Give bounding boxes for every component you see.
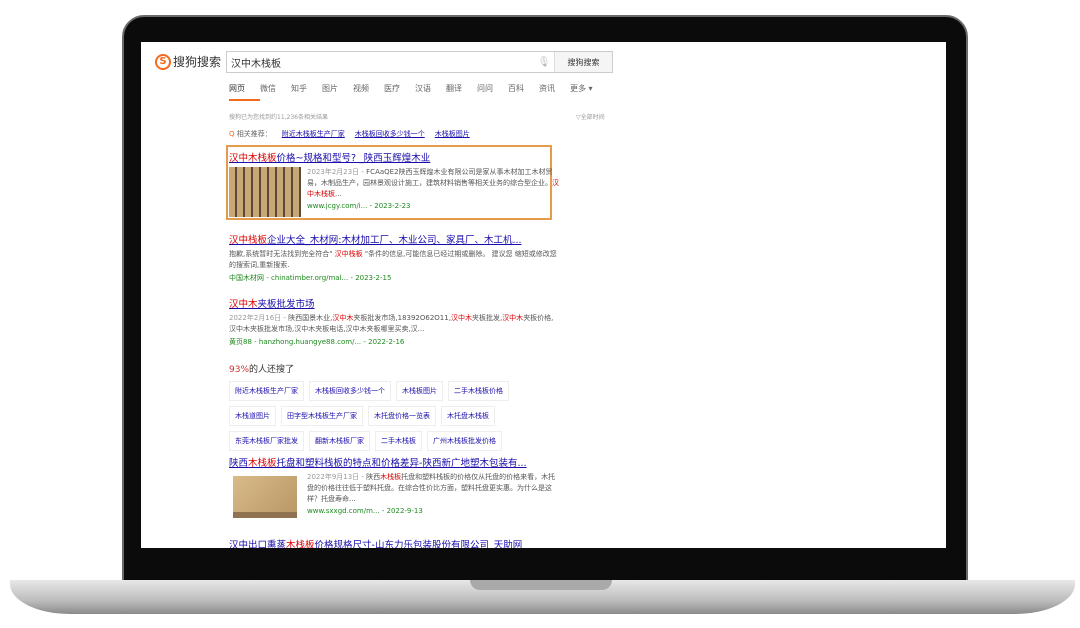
keyword-highlight: 汉中栈板 [229, 235, 268, 246]
result-date: 2022年2月16日 - [229, 314, 289, 322]
result-title[interactable]: 汉中出口熏蒸木栈板价格规格尺寸-山东力乐包装股份有限公司_天助网 [229, 537, 559, 548]
keyword-highlight: 汉中栈板 [334, 250, 363, 258]
tab[interactable]: 视频 [353, 83, 384, 101]
tab[interactable]: 更多 ▾ [570, 83, 601, 101]
search-result: 汉中栈板企业大全_木材网:木材加工厂、木业公司、家具厂、木工机... 抱歉,系统… [229, 232, 559, 283]
result-snippet: 抱歉,系统暂时无法找到完全符合" 汉中栈板 "条件的信息,可能信息已经过期或删除… [229, 249, 559, 271]
search-bar: 🎙 搜狗搜索 [226, 51, 613, 73]
search-result: 汉中木夹板批发市场 2022年2月16日 - 陕西国景木业,汉中木夹板批发市场,… [229, 296, 559, 347]
tab[interactable]: 百科 [508, 83, 539, 101]
result-title[interactable]: 汉中木栈板价格~规格和型号? _陕西玉辉煌木业 [229, 150, 559, 164]
result-date: 2023年2月23日 - [307, 168, 367, 176]
browser-screen: S搜狗搜索 🎙 搜狗搜索 网页微信知乎图片视频医疗汉语翻译问问百科资讯更多 ▾ … [141, 42, 946, 548]
text-segment: 价格规格尺寸-山东力乐包装股份有限公司_天助网 [314, 540, 523, 548]
result-url[interactable]: 黄页88 - hanzhong.huangye88.com/... - 2022… [229, 337, 559, 347]
result-thumbnail[interactable] [229, 472, 301, 522]
result-url[interactable]: 中国木材网 - chinatimber.org/mal... - 2023-2-… [229, 273, 559, 283]
tab[interactable]: 图片 [322, 83, 353, 101]
tab[interactable]: 汉语 [415, 83, 446, 101]
also-searched-chip[interactable]: 二手木栈板价格 [448, 381, 509, 401]
text-segment: 陕西 [366, 473, 381, 481]
also-searched-chip[interactable]: 木栈道图片 [229, 406, 276, 426]
keyword-highlight: 汉中木栈板 [229, 153, 277, 164]
search-icon: Q [229, 130, 235, 138]
related-recommendations: Q 相关推荐： 附近木栈板生产厂家 木栈板回收多少钱一个 木栈板图片 [229, 129, 470, 139]
percentage: 93% [229, 365, 250, 375]
sogou-s-icon: S [155, 53, 171, 70]
text-segment: 抱歉,系统暂时无法找到完全符合" [229, 250, 335, 258]
time-filter[interactable]: ▽全部时间 [576, 112, 605, 121]
microphone-icon[interactable]: 🎙 [534, 52, 554, 72]
also-searched-chip[interactable]: 木栈板图片 [396, 381, 443, 401]
also-searched-chip[interactable]: 附近木栈板生产厂家 [229, 381, 304, 401]
tab[interactable]: 医疗 [384, 83, 415, 101]
keyword-highlight: 木栈板 [380, 473, 402, 481]
also-searched-chip[interactable]: 木托盘价格一览表 [368, 406, 436, 426]
search-button[interactable]: 搜狗搜索 [554, 52, 612, 72]
also-searched-chip[interactable]: 翻新木栈板厂家 [309, 431, 370, 451]
laptop-notch [470, 580, 612, 590]
text-segment: 价格~规格和型号? _陕西玉辉煌木业 [276, 153, 431, 164]
keyword-highlight: 木栈板 [286, 540, 315, 548]
also-label: 的人还搜了 [249, 365, 295, 375]
related-link[interactable]: 木栈板回收多少钱一个 [355, 129, 425, 139]
text-segment: 夹板批发市场 [257, 299, 315, 310]
tab[interactable]: 网页 [229, 83, 260, 101]
search-tabs: 网页 微信 知乎 图片 视频 医疗 汉语 翻译 问问 百科 资讯 更多 ▾ [229, 83, 601, 101]
search-result: 陕西木栈板托盘和塑料栈板的特点和价格差异-陕西新广地塑木包装有... 2022年… [229, 455, 559, 522]
related-label: 相关推荐： [236, 130, 272, 138]
also-searched-chip[interactable]: 木托盘木栈板 [441, 406, 495, 426]
logo-text: 搜狗搜索 [173, 55, 222, 69]
also-searched-heading: 93%的人还搜了 [229, 362, 539, 375]
keyword-highlight: 木栈板 [248, 458, 277, 469]
also-searched-chip[interactable]: 田字型木栈板生产厂家 [281, 406, 363, 426]
also-searched-chip[interactable]: 二手木栈板 [375, 431, 422, 451]
text-segment: 陕西国景木业, [288, 314, 333, 322]
result-title[interactable]: 汉中栈板企业大全_木材网:木材加工厂、木业公司、家具厂、木工机... [229, 232, 559, 246]
text-segment: 陕西 [229, 458, 249, 469]
tab[interactable]: 知乎 [291, 83, 322, 101]
also-searched-chip[interactable]: 木栈板回收多少钱一个 [309, 381, 391, 401]
result-title[interactable]: 汉中木夹板批发市场 [229, 296, 559, 310]
text-segment: 夹板批发市场,18392O62O11, [353, 314, 451, 322]
text-segment: ... [335, 190, 342, 198]
text-segment: 企业大全_木材网:木材加工厂、木业公司、家具厂、木工机... [267, 235, 522, 246]
keyword-highlight: 汉中木 [450, 314, 472, 322]
search-result: 汉中出口熏蒸木栈板价格规格尺寸-山东力乐包装股份有限公司_天助网 [229, 537, 559, 548]
result-count: 搜狗已为您找到约11,236条相关结果 [229, 114, 328, 121]
keyword-highlight: 汉中木 [502, 314, 524, 322]
result-snippet: 2022年2月16日 - 陕西国景木业,汉中木夹板批发市场,18392O62O1… [229, 313, 559, 335]
also-searched-chip[interactable]: 东莞木栈板厂家批发 [229, 431, 304, 451]
text-segment: 汉中出口熏蒸 [229, 540, 287, 548]
text-segment: 托盘和塑料栈板的特点和价格差异-陕西新广地塑木包装有... [276, 458, 527, 469]
also-searched-chips: 附近木栈板生产厂家 木栈板回收多少钱一个 木栈板图片 二手木栈板价格木栈道图片 田字型木… [229, 381, 539, 451]
related-link[interactable]: 附近木栈板生产厂家 [282, 129, 345, 139]
tab[interactable]: 问问 [477, 83, 508, 101]
tab[interactable]: 翻译 [446, 83, 477, 101]
also-searched: 93%的人还搜了 附近木栈板生产厂家 木栈板回收多少钱一个 木栈板图片 二手木栈板价格… [229, 362, 539, 451]
result-date: 2022年9月13日 - [307, 473, 367, 481]
keyword-highlight: 汉中木 [229, 299, 258, 310]
tab[interactable]: 微信 [260, 83, 291, 101]
sogou-logo[interactable]: S 搜狗搜索 [155, 53, 221, 70]
also-searched-chip[interactable]: 广州木栈板批发价格 [427, 431, 502, 451]
keyword-highlight: 汉中木 [332, 314, 354, 322]
tab[interactable]: 资讯 [539, 83, 570, 101]
text-segment: 夹板批发, [471, 314, 503, 322]
result-thumbnail[interactable] [229, 167, 301, 217]
search-result: 汉中木栈板价格~规格和型号? _陕西玉辉煌木业 2023年2月23日 - FCA… [229, 150, 559, 217]
related-link[interactable]: 木栈板图片 [435, 129, 470, 139]
result-title[interactable]: 陕西木栈板托盘和塑料栈板的特点和价格差异-陕西新广地塑木包装有... [229, 455, 559, 469]
search-input[interactable] [227, 52, 534, 72]
